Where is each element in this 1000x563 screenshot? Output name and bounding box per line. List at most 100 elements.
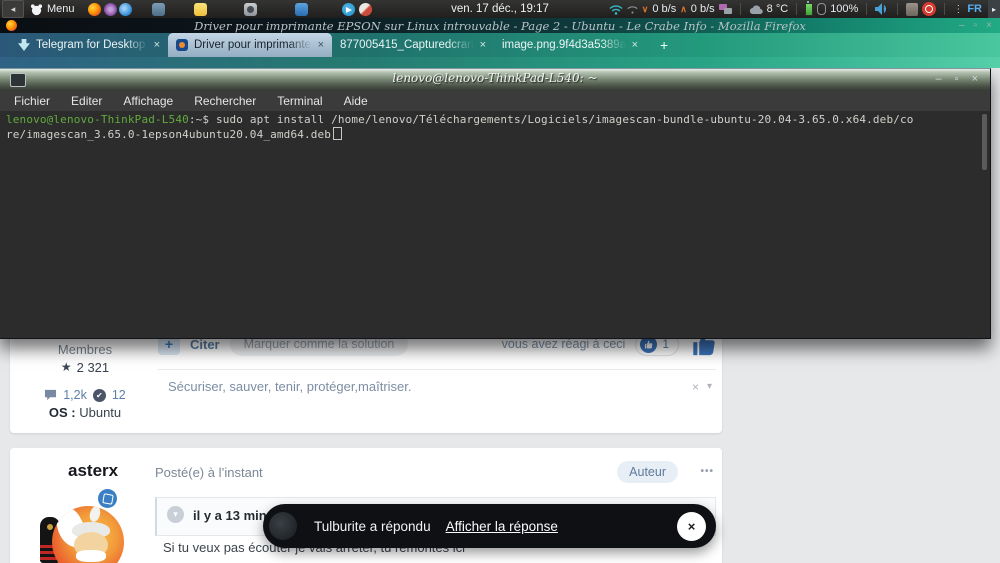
browser-launcher-icon[interactable] [118,2,132,16]
author-badge: Auteur [617,461,678,483]
notes-app-icon[interactable] [193,2,207,16]
terminal-window-controls: – ▫ × [936,72,978,86]
tab-close-icon[interactable]: × [480,39,486,51]
os-label: OS : [48,405,76,420]
menu-aide[interactable]: Aide [344,94,368,108]
tab-label: Driver pour imprimante E [194,39,312,51]
solutions-count: 12 [111,388,126,402]
separator [866,3,868,15]
panel-clock[interactable]: ven. 17 déc., 19:17 [451,0,549,18]
tab-image-png[interactable]: image.png.9f4d3a5389a5f03 × [494,33,646,57]
keyboard-layout-indicator[interactable]: FR [967,3,982,15]
post-author[interactable]: asterx [68,461,118,481]
temperature-label: 8 °C [766,3,789,15]
net-up-rate: 0 b/s [690,3,715,15]
net-down-rate: 0 b/s [652,3,677,15]
mail-app-icon[interactable] [294,2,308,16]
solutions-check-icon: ✔ [92,388,106,402]
panel-expand-button[interactable]: ▸ [988,0,1000,18]
firefox-toolbar-strip [0,57,1000,68]
telegram-app-icon[interactable] [341,2,355,16]
camera-app-icon[interactable] [243,2,257,16]
terminal-command-2: re/imagescan_3.65.0-1epson4ubuntu20.04_a… [6,128,332,141]
terminal-title: lenovo@lenovo-ThinkPad-L540: ~ [392,71,598,85]
wifi-icon[interactable] [609,4,623,15]
desktop: Membres ★ 2 321 1,2k ✔ 12 OS : Ubuntu + … [0,0,1000,563]
menu-terminal[interactable]: Terminal [277,94,322,108]
mustache [76,550,106,562]
menu-fichier[interactable]: Fichier [14,94,50,108]
menu-rechercher[interactable]: Rechercher [194,94,256,108]
tab-telegram[interactable]: Telegram for Desktop 3.3 × [10,33,168,57]
firefox-launcher-icon[interactable] [87,2,101,16]
mouse-battery-icon [817,3,827,15]
tor-launcher-icon[interactable] [103,2,117,16]
member-stats-row: 1,2k ✔ 12 [10,388,160,402]
signature-row: Sécuriser, sauver, tenir, protéger,maîtr… [168,379,712,394]
top-panel: ◂ Menu ven. 17 déc., 19:17 ∨ 0 b/s ∧ 0 b… [0,0,1000,18]
tab-label: 877005415_Capturedcrandu [340,39,474,51]
separator [897,3,899,15]
upload-arrow-icon: ∧ [680,3,687,14]
reputation-count: 2 321 [76,360,110,375]
toast-show-reply-link[interactable]: Afficher la réponse [446,519,558,534]
tab-capture-ecran[interactable]: 877005415_Capturedcrandu × [332,33,494,57]
toast-close-button[interactable]: × [677,511,706,541]
weather-cloud-icon[interactable] [749,4,763,14]
notification-app-icon[interactable] [358,2,372,16]
posts-count: 1,2k [63,388,87,402]
firefox-titlebar[interactable]: Driver pour imprimante EPSON sur Linux i… [0,18,1000,33]
tab-close-icon[interactable]: × [318,39,324,51]
download-favicon-icon [18,39,30,51]
tab-driver-imprimante[interactable]: Driver pour imprimante E × [168,33,332,57]
post-options-button[interactable]: ••• [700,466,714,477]
os-value: Ubuntu [79,405,122,420]
screenshot-tool-icon[interactable] [151,2,165,16]
tab-close-icon[interactable]: × [154,39,160,51]
star-icon: ★ [60,360,72,374]
os-row: OS : Ubuntu [10,405,160,420]
post-timestamp[interactable]: Posté(e) à l’instant [155,465,263,480]
network-monitor-icon[interactable] [718,3,732,15]
minimize-icon[interactable]: – [936,72,942,86]
avatar-badge-icon [98,489,117,508]
volume-icon[interactable] [875,3,889,15]
power-button-icon[interactable] [922,2,937,16]
helmet-wing-small [88,506,102,524]
menu-affichage[interactable]: Affichage [123,94,173,108]
separator [944,3,946,15]
collapse-quote-icon[interactable]: ▾ [167,506,184,523]
download-arrow-icon: ∨ [641,3,649,14]
signature-text: Sécuriser, sauver, tenir, protéger,maîtr… [168,379,412,394]
xfce-menu-icon [30,3,43,15]
firefox-window-controls: – ▫ × [959,19,992,32]
chevron-down-icon[interactable]: ▾ [707,381,712,392]
new-tab-button[interactable]: + [660,38,668,52]
maximize-icon[interactable]: ▫ [955,72,959,86]
menu-editer[interactable]: Editer [71,94,102,108]
battery-icon[interactable] [805,0,814,16]
overflow-dots-icon[interactable]: ⋮ [953,4,963,15]
hide-signature-icon[interactable]: × [692,380,699,394]
separator [796,3,798,15]
crab-favicon-icon [176,39,188,51]
terminal-titlebar[interactable]: lenovo@lenovo-ThinkPad-L540: ~ – ▫ × [0,69,990,91]
divider [158,369,716,370]
close-icon[interactable]: × [972,72,978,86]
terminal-window[interactable]: lenovo@lenovo-ThinkPad-L540: ~ – ▫ × Fic… [0,68,991,339]
terminal-scrollbar[interactable] [982,114,987,170]
maximize-icon[interactable]: ▫ [974,19,978,32]
terminal-content[interactable]: lenovo@lenovo-ThinkPad-L540:~$ sudo apt … [0,111,990,340]
toast-message: Tulburite a répondu [314,518,431,534]
tab-close-icon[interactable]: × [632,39,638,51]
clipboard-icon[interactable] [906,2,919,16]
tab-label: image.png.9f4d3a5389a5f03 [502,39,626,51]
panel-collapse-button[interactable]: ◂ [2,0,24,18]
close-icon[interactable]: × [986,19,992,32]
terminal-line-1: lenovo@lenovo-ThinkPad-L540:~$ sudo apt … [6,113,984,127]
wifi-secondary-icon[interactable] [627,5,638,14]
minimize-icon[interactable]: – [959,19,965,32]
toast-avatar [269,512,297,540]
avatar-asterx[interactable] [52,506,124,563]
menu-button[interactable]: Menu [47,3,75,15]
